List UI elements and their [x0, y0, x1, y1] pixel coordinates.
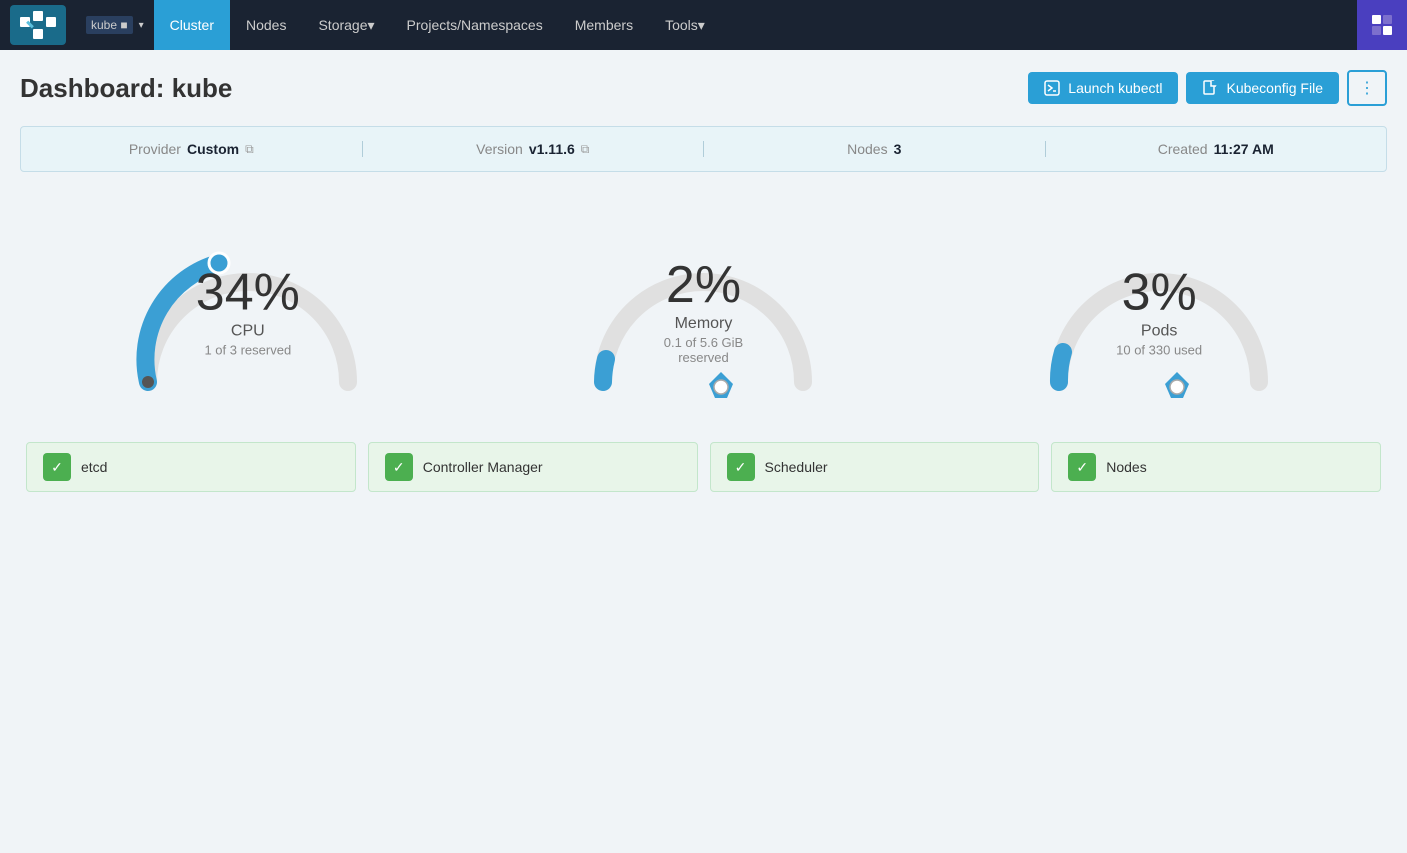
info-bar: Provider Custom ⧉ Version v1.11.6 ⧉ Node… — [20, 126, 1387, 172]
gauges-row: 34% CPU 1 of 3 reserved — [20, 202, 1387, 402]
navbar-right — [1357, 0, 1407, 50]
grid-icon[interactable] — [1357, 0, 1407, 50]
nodes-check-icon: ✓ — [1068, 453, 1096, 481]
cluster-icon: kube ■ — [86, 16, 133, 34]
cpu-gauge-wrapper: 34% CPU 1 of 3 reserved — [118, 202, 378, 402]
status-etcd: ✓ etcd — [26, 442, 356, 492]
copy-version-icon[interactable]: ⧉ — [581, 142, 590, 157]
nav-projects-namespaces[interactable]: Projects/Namespaces — [391, 0, 559, 50]
nav-storage[interactable]: Storage ▾ — [302, 0, 390, 50]
kubeconfig-file-button[interactable]: Kubeconfig File — [1186, 72, 1339, 104]
pods-gauge-text: 3% Pods 10 of 330 used — [1116, 267, 1202, 358]
cpu-gauge-text: 34% CPU 1 of 3 reserved — [196, 267, 300, 358]
page-header: Dashboard: kube Launch kubectl Kubeconfi — [20, 70, 1387, 106]
cpu-gauge: 34% CPU 1 of 3 reserved — [98, 202, 398, 402]
memory-gauge-wrapper: 2% Memory 0.1 of 5.6 GiB reserved — [573, 202, 833, 402]
status-controller-manager: ✓ Controller Manager — [368, 442, 698, 492]
cluster-selector[interactable]: kube ■ ▾ — [76, 10, 154, 40]
status-scheduler: ✓ Scheduler — [710, 442, 1040, 492]
nav-tools[interactable]: Tools ▾ — [649, 0, 721, 50]
scheduler-check-icon: ✓ — [727, 453, 755, 481]
main-nav: Cluster Nodes Storage ▾ Projects/Namespa… — [154, 0, 721, 50]
controller-manager-check-icon: ✓ — [385, 453, 413, 481]
terminal-icon — [1044, 80, 1060, 96]
memory-gauge-text: 2% Memory 0.1 of 5.6 GiB reserved — [638, 259, 768, 365]
etcd-check-icon: ✓ — [43, 453, 71, 481]
file-icon — [1202, 80, 1218, 96]
page-title: Dashboard: kube — [20, 73, 232, 104]
launch-kubectl-button[interactable]: Launch kubectl — [1028, 72, 1178, 104]
status-bar: ✓ etcd ✓ Controller Manager ✓ Scheduler … — [20, 442, 1387, 492]
nav-nodes[interactable]: Nodes — [230, 0, 302, 50]
pods-gauge-wrapper: 3% Pods 10 of 330 used — [1029, 202, 1289, 402]
navbar: kube ■ ▾ Cluster Nodes Storage ▾ Project… — [0, 0, 1407, 50]
nodes-info: Nodes 3 — [704, 141, 1046, 157]
more-options-button[interactable]: ⋮ — [1347, 70, 1387, 106]
pods-gauge: 3% Pods 10 of 330 used — [1009, 202, 1309, 402]
page-container: Dashboard: kube Launch kubectl Kubeconfi — [0, 50, 1407, 512]
provider-info: Provider Custom ⧉ — [21, 141, 363, 157]
version-info: Version v1.11.6 ⧉ — [363, 141, 705, 157]
created-info: Created 11:27 AM — [1046, 141, 1387, 157]
memory-gauge: 2% Memory 0.1 of 5.6 GiB reserved — [553, 202, 853, 402]
nav-members[interactable]: Members — [559, 0, 649, 50]
cluster-chevron-icon: ▾ — [139, 20, 144, 31]
copy-provider-icon[interactable]: ⧉ — [245, 142, 254, 157]
logo[interactable] — [10, 5, 66, 45]
status-nodes: ✓ Nodes — [1051, 442, 1381, 492]
nav-cluster[interactable]: Cluster — [154, 0, 230, 50]
header-buttons: Launch kubectl Kubeconfig File ⋮ — [1028, 70, 1387, 106]
